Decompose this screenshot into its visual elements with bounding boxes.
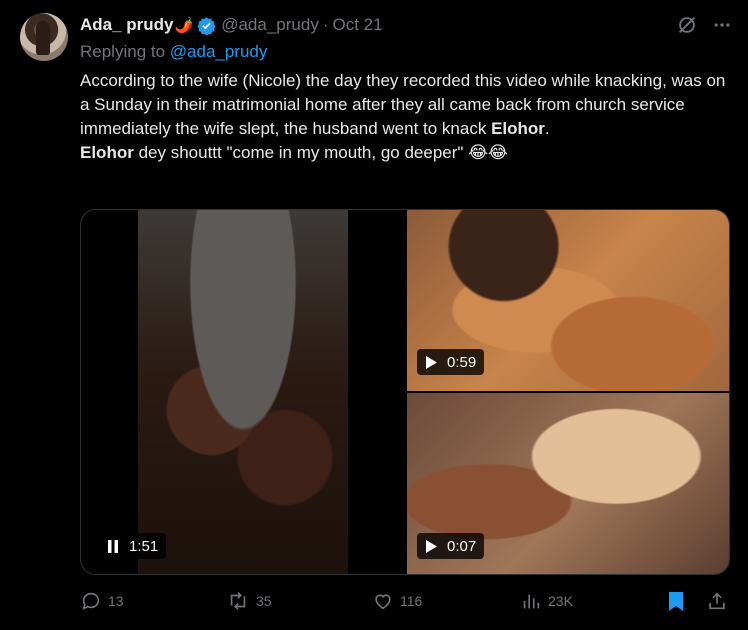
like-button[interactable]: 116 [372, 590, 422, 612]
verified-badge-icon [197, 16, 216, 35]
views-button[interactable]: 23K [520, 590, 573, 612]
chili-emoji: 🌶️ [174, 17, 194, 34]
video-1-frame [138, 210, 348, 574]
tweet-header: Ada_ prudy 🌶️ @ada_prudy · Oct 21 [80, 14, 383, 36]
video-3-duration: 0:07 [447, 537, 477, 555]
tweet-text-bold-name: Elohor [491, 119, 545, 138]
replying-to: Replying to @ada_prudy [80, 42, 267, 62]
grok-icon[interactable] [676, 14, 698, 36]
tweet-action-bar: 13 35 116 23K [80, 590, 728, 616]
video-1[interactable]: 1:51 [81, 210, 405, 574]
video-1-badge[interactable]: 1:51 [99, 533, 167, 559]
repost-button[interactable]: 35 [226, 590, 272, 612]
tweet-top-actions [676, 14, 732, 36]
like-count: 116 [400, 593, 423, 609]
author-handle[interactable]: @ada_prudy [221, 15, 319, 35]
separator-dot: · [322, 15, 329, 34]
heart-icon [375, 594, 391, 610]
share-button[interactable] [706, 590, 728, 612]
video-3[interactable]: 0:07 [407, 393, 729, 574]
tweet-text-quote: dey shouttt "come in my mouth, go deeper… [133, 143, 508, 162]
replying-to-mention[interactable]: @ada_prudy [170, 42, 268, 61]
tweet-text-body: According to the wife (Nicole) the day t… [80, 71, 726, 138]
video-2[interactable]: 0:59 [407, 210, 729, 391]
repost-count: 35 [256, 593, 272, 609]
analytics-icon [523, 594, 540, 609]
video-2-duration: 0:59 [447, 353, 477, 371]
share-icon [709, 592, 725, 610]
bookmark-icon [669, 592, 683, 611]
reply-icon [82, 592, 100, 610]
video-3-badge[interactable]: 0:07 [417, 533, 485, 559]
tweet-text-period: . [544, 119, 550, 138]
video-2-badge[interactable]: 0:59 [417, 349, 485, 375]
tweet-date[interactable]: Oct 21 [333, 15, 383, 35]
more-options-icon[interactable] [712, 15, 732, 35]
media-grid: 1:51 0:59 0:07 [80, 209, 730, 575]
tweet-text-bold-name-2: Elohor [80, 143, 134, 162]
views-count: 23K [548, 593, 573, 609]
author-display-name[interactable]: Ada_ prudy [80, 15, 174, 35]
play-icon [426, 539, 437, 553]
replying-to-label: Replying to [80, 42, 170, 61]
repost-icon [230, 592, 246, 610]
author-avatar[interactable] [20, 13, 68, 61]
play-icon [426, 355, 437, 369]
reply-button[interactable]: 13 [80, 590, 124, 612]
pause-icon [108, 539, 118, 553]
video-1-duration: 1:51 [129, 537, 159, 555]
tweet-text: According to the wife (Nicole) the day t… [80, 69, 730, 165]
reply-count: 13 [108, 593, 124, 609]
bookmark-button[interactable] [666, 590, 686, 612]
